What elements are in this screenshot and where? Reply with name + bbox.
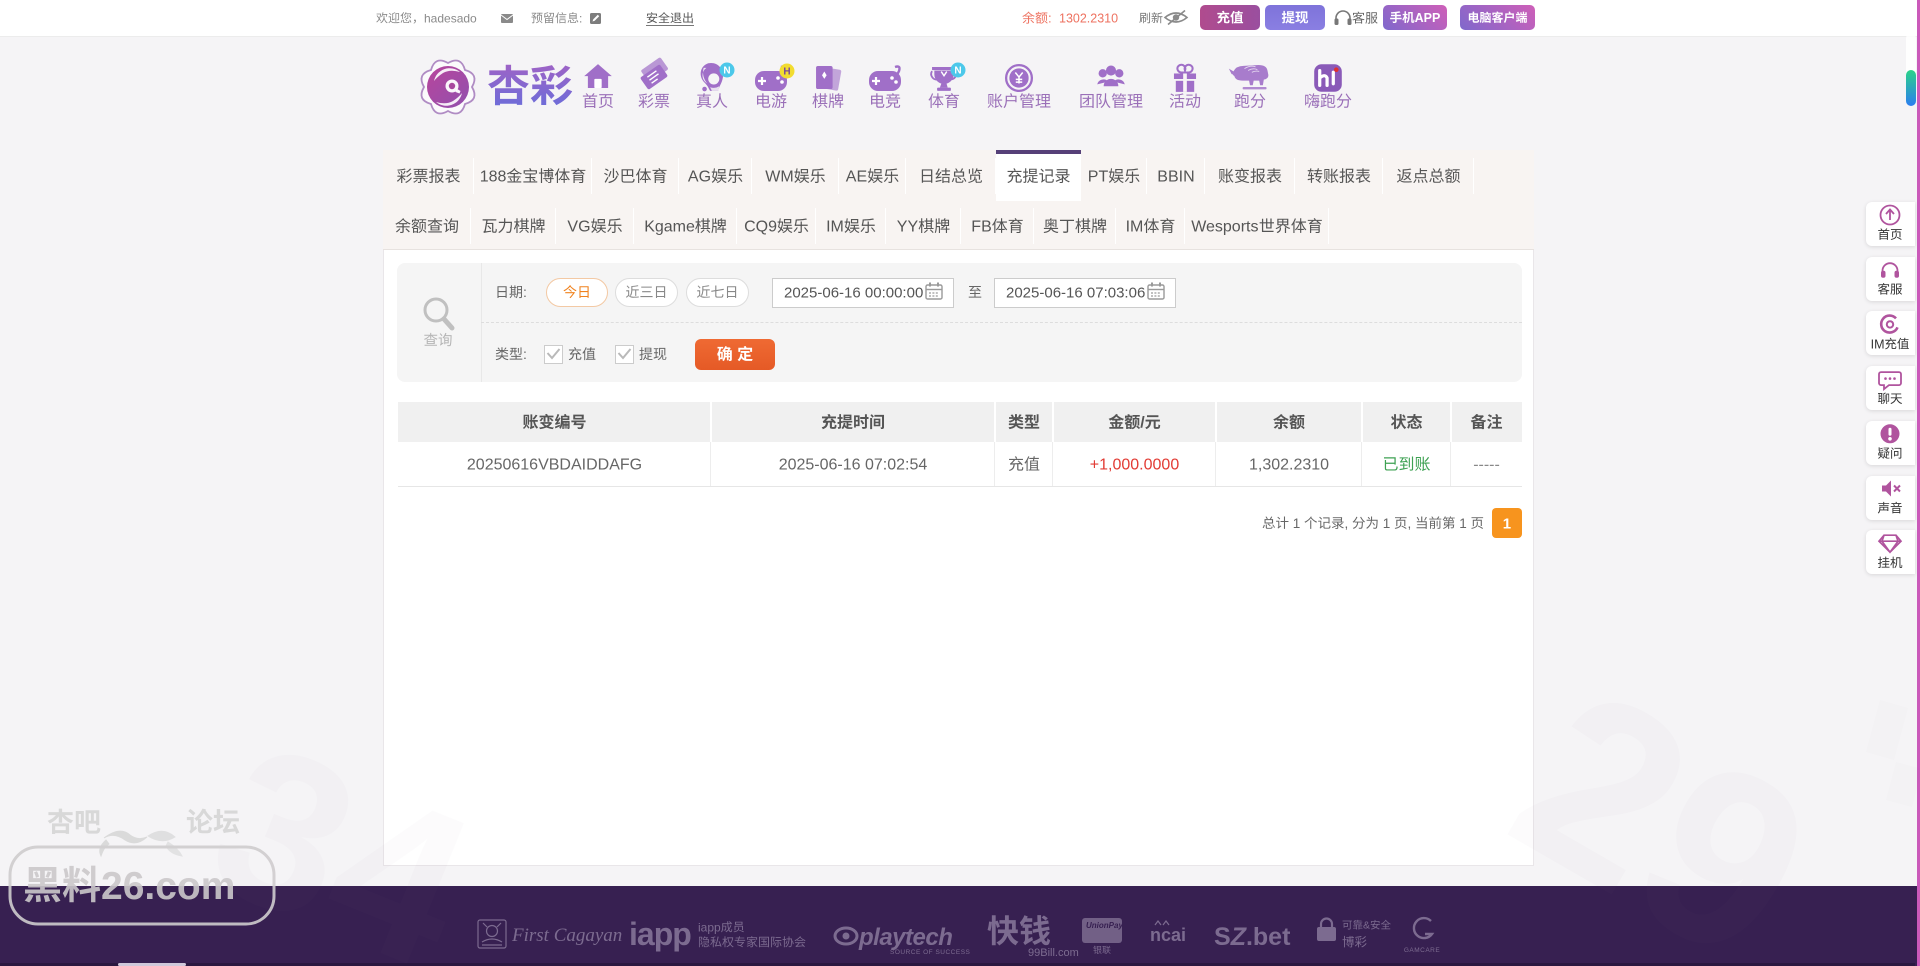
svg-text:IM: IM xyxy=(1871,337,1885,351)
svg-text:hadesado: hadesado xyxy=(424,11,477,25)
svg-text:&: & xyxy=(1363,920,1370,932)
svg-text:/: / xyxy=(1140,415,1145,432)
svg-text:1: 1 xyxy=(1289,516,1304,531)
svg-text:playtech: playtech xyxy=(858,924,952,951)
svg-text:H: H xyxy=(783,67,790,78)
svg-text:Wesports: Wesports xyxy=(1191,219,1258,236)
svg-text::: : xyxy=(523,284,527,300)
svg-text:+1,000.0000: +1,000.0000 xyxy=(1090,457,1180,474)
svg-text:UnionPay: UnionPay xyxy=(1086,921,1123,930)
svg-text:VG: VG xyxy=(567,219,590,236)
svg-text:iapp: iapp xyxy=(629,916,691,952)
svg-text:SOURCE OF SUCCESS: SOURCE OF SUCCESS xyxy=(890,949,971,956)
svg-text:AG: AG xyxy=(688,169,711,186)
svg-text:Kgame: Kgame xyxy=(644,219,695,236)
svg-text:N: N xyxy=(723,66,730,77)
svg-text:2025-06-16 07:02:54: 2025-06-16 07:02:54 xyxy=(779,457,928,474)
svg-text:APP: APP xyxy=(1415,11,1441,25)
svg-text:,: , xyxy=(1345,516,1353,531)
svg-text:WM: WM xyxy=(765,169,793,186)
svg-text:1: 1 xyxy=(1456,516,1471,531)
svg-text:1,302.2310: 1,302.2310 xyxy=(1249,457,1329,474)
svg-text::: : xyxy=(579,11,582,25)
svg-text:GAMCARE: GAMCARE xyxy=(1404,947,1441,954)
svg-text:AE: AE xyxy=(846,169,867,186)
svg-text:20250616VBDAIDDAFG: 20250616VBDAIDDAFG xyxy=(467,457,642,474)
svg-text:N: N xyxy=(954,66,961,77)
svg-text:2025-06-16 07:03:06: 2025-06-16 07:03:06 xyxy=(1006,284,1145,301)
svg-text:1302.2310: 1302.2310 xyxy=(1059,11,1118,25)
svg-text:SZ.bet: SZ.bet xyxy=(1214,923,1291,951)
svg-text:IM: IM xyxy=(1126,219,1144,236)
svg-text:BBIN: BBIN xyxy=(1157,169,1194,186)
svg-text:188: 188 xyxy=(480,169,507,186)
svg-text::: : xyxy=(523,346,527,362)
svg-text:First Cagayan: First Cagayan xyxy=(511,925,622,946)
svg-text:PT: PT xyxy=(1088,169,1109,186)
svg-text:26.com: 26.com xyxy=(101,865,235,908)
svg-text:99Bill.com: 99Bill.com xyxy=(1028,947,1079,959)
svg-text:IM: IM xyxy=(826,219,844,236)
svg-text:1: 1 xyxy=(1379,516,1394,531)
svg-text:FB: FB xyxy=(971,219,991,236)
svg-text:2025-06-16 00:00:00: 2025-06-16 00:00:00 xyxy=(784,284,923,301)
svg-text:CQ9: CQ9 xyxy=(744,219,777,236)
svg-text:YY: YY xyxy=(897,219,919,236)
svg-text:-----: ----- xyxy=(1473,457,1500,474)
svg-text:29: 29 xyxy=(1474,634,1854,966)
svg-text:ncai: ncai xyxy=(1150,925,1186,945)
svg-text::: : xyxy=(1048,11,1052,26)
svg-text:,: , xyxy=(1408,516,1416,531)
svg-text:iapp: iapp xyxy=(698,920,721,934)
svg-text:1: 1 xyxy=(1503,515,1511,532)
